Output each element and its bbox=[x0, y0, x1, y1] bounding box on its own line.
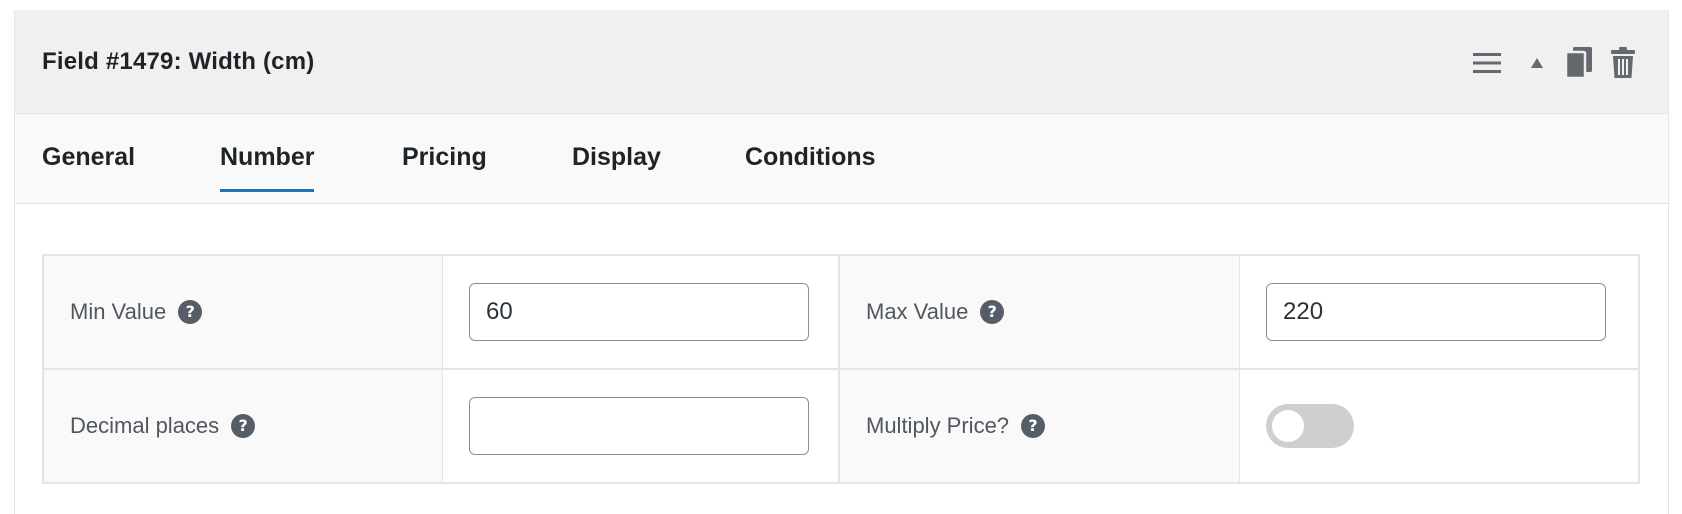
max-value-input[interactable] bbox=[1266, 283, 1606, 341]
menu-icon[interactable] bbox=[1472, 48, 1502, 78]
tab-bar: General Number Pricing Display Condition… bbox=[15, 114, 1668, 204]
tab-content-number: Min Value ? Max Value ? Decimal places ? bbox=[15, 204, 1668, 513]
decimal-places-label: Decimal places bbox=[70, 413, 220, 438]
row-divider bbox=[44, 368, 1638, 370]
multiply-price-help-icon[interactable]: ? bbox=[1021, 414, 1046, 438]
header-actions bbox=[1472, 46, 1638, 80]
max-value-help-icon[interactable]: ? bbox=[980, 300, 1005, 324]
tab-number[interactable]: Number bbox=[220, 143, 315, 192]
multiply-price-toggle[interactable] bbox=[1266, 404, 1354, 448]
min-value-input[interactable] bbox=[469, 283, 809, 341]
max-value-label-cell: Max Value ? bbox=[840, 256, 1240, 368]
multiply-price-toggle-cell bbox=[1240, 370, 1638, 482]
trash-icon[interactable] bbox=[1608, 46, 1638, 80]
decimal-places-help-icon[interactable]: ? bbox=[231, 414, 256, 438]
toggle-knob bbox=[1272, 410, 1304, 442]
tab-conditions[interactable]: Conditions bbox=[745, 143, 876, 189]
min-value-label-cell: Min Value ? bbox=[44, 256, 443, 368]
multiply-price-label: Multiply Price? bbox=[866, 413, 1010, 438]
min-value-input-cell bbox=[443, 256, 838, 368]
panel-header[interactable]: Field #1479: Width (cm) bbox=[15, 10, 1668, 114]
field-title: Field #1479: Width (cm) bbox=[42, 47, 315, 75]
settings-grid: Min Value ? Max Value ? Decimal places ? bbox=[42, 254, 1640, 484]
min-value-help-icon[interactable]: ? bbox=[178, 300, 203, 324]
column-divider bbox=[442, 256, 443, 482]
decimal-places-input-cell bbox=[443, 370, 838, 482]
column-divider bbox=[838, 256, 840, 482]
collapse-arrow-icon[interactable] bbox=[1522, 48, 1552, 78]
tab-display[interactable]: Display bbox=[572, 143, 661, 189]
field-panel: Field #1479: Width (cm) General Number P… bbox=[14, 10, 1669, 514]
tab-general[interactable]: General bbox=[42, 143, 135, 189]
max-value-label: Max Value bbox=[866, 299, 969, 324]
tab-pricing[interactable]: Pricing bbox=[402, 143, 487, 189]
column-divider bbox=[1239, 256, 1240, 482]
duplicate-icon[interactable] bbox=[1564, 46, 1594, 80]
min-value-label: Min Value bbox=[70, 299, 167, 324]
decimal-places-input[interactable] bbox=[469, 397, 809, 455]
max-value-input-cell bbox=[1240, 256, 1638, 368]
multiply-price-label-cell: Multiply Price? ? bbox=[840, 370, 1240, 482]
decimal-places-label-cell: Decimal places ? bbox=[44, 370, 443, 482]
